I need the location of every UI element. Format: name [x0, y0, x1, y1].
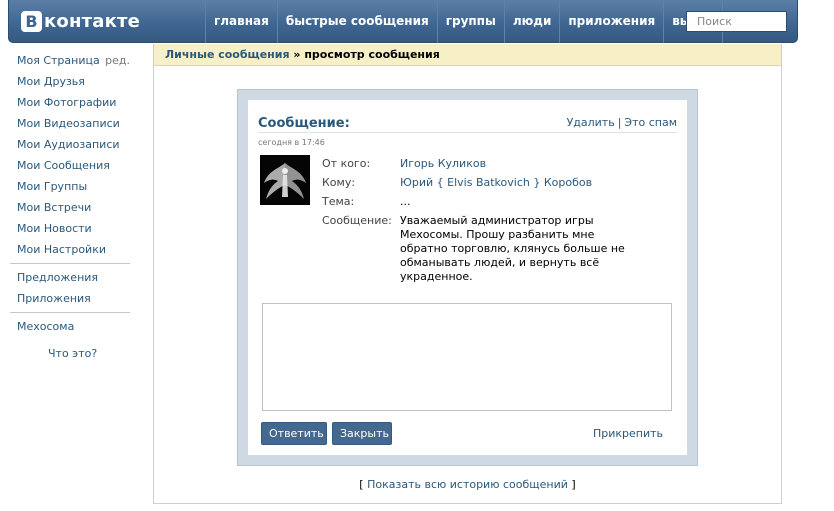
- history-bracket-close: ]: [567, 478, 576, 491]
- sidebar-item-mehosoma[interactable]: Мехосома: [10, 316, 130, 337]
- winged-figure-icon: [260, 155, 310, 205]
- vk-logo[interactable]: В контакте: [21, 9, 140, 33]
- sidebar-divider: [10, 263, 130, 264]
- nav-quick-messages[interactable]: быстрые сообщения: [276, 0, 437, 43]
- sidebar: Моя Страница ред. Мои Друзья Мои Фотогра…: [10, 50, 130, 364]
- sidebar-item-offers[interactable]: Предложения: [10, 267, 130, 288]
- logo-text: контакте: [44, 10, 141, 32]
- breadcrumb-current: просмотр сообщения: [304, 48, 440, 61]
- to-label: Кому:: [322, 176, 356, 189]
- history-row: [ Показать всю историю сообщений ]: [154, 478, 781, 491]
- reply-textarea[interactable]: [262, 303, 672, 411]
- logo-letter: В: [21, 10, 42, 32]
- body-label: Сообщение:: [322, 214, 392, 227]
- subject-label: Тема:: [322, 195, 355, 208]
- top-nav: главная быстрые сообщения группы люди пр…: [205, 0, 724, 43]
- sidebar-item-applications[interactable]: Приложения: [10, 288, 130, 309]
- nav-home[interactable]: главная: [205, 0, 277, 43]
- nav-people[interactable]: люди: [503, 0, 560, 43]
- close-button[interactable]: Закрыть: [332, 422, 392, 445]
- subject-value: ...: [400, 195, 411, 208]
- history-bracket-open: [: [359, 478, 368, 491]
- sidebar-divider: [10, 312, 130, 313]
- show-history-link[interactable]: Показать всю историю сообщений: [367, 478, 568, 491]
- what-is-this-link[interactable]: Что это?: [10, 343, 130, 364]
- sidebar-item-news[interactable]: Мои Новости: [10, 218, 130, 239]
- title-divider: [258, 132, 677, 133]
- sidebar-item-settings[interactable]: Мои Настройки: [10, 239, 130, 260]
- sidebar-item-groups[interactable]: Мои Группы: [10, 176, 130, 197]
- message-body: Уважаемый администратор игры Мехосомы. П…: [400, 214, 625, 283]
- to-value[interactable]: Юрий { Elvis Batkovich } Коробов: [400, 173, 592, 192]
- breadcrumb-separator: »: [289, 48, 305, 61]
- message-title: Сообщение:: [258, 116, 350, 131]
- breadcrumb-messages-link[interactable]: Личные сообщения: [165, 48, 290, 61]
- sidebar-item-friends[interactable]: Мои Друзья: [10, 71, 130, 92]
- reply-button[interactable]: Ответить: [261, 422, 327, 445]
- breadcrumb: Личные сообщения » просмотр сообщения: [154, 44, 781, 66]
- message-panel: Сообщение: Удалить | Это спам сегодня в 17…: [248, 100, 687, 455]
- top-header: В контакте главная быстрые сообщения гру…: [8, 0, 798, 43]
- sidebar-item-messages[interactable]: Мои Сообщения: [10, 155, 130, 176]
- main-content: Личные сообщения » просмотр сообщения Со…: [153, 44, 782, 504]
- sidebar-item-photos[interactable]: Мои Фотографии: [10, 92, 130, 113]
- sidebar-item-videos[interactable]: Мои Видеозаписи: [10, 113, 130, 134]
- sender-avatar[interactable]: [260, 155, 310, 205]
- nav-groups[interactable]: группы: [436, 0, 504, 43]
- sidebar-item-audio[interactable]: Мои Аудиозаписи: [10, 134, 130, 155]
- message-actions: Удалить | Это спам: [567, 116, 677, 129]
- message-time: сегодня в 17:46: [258, 138, 325, 147]
- search-input[interactable]: Поиск: [686, 11, 787, 32]
- message-fields: От кого: Игорь Куликов Кому: Юрий { Elvi…: [322, 154, 640, 284]
- from-value[interactable]: Игорь Куликов: [400, 154, 486, 173]
- action-separator: |: [617, 116, 622, 129]
- from-label: От кого:: [322, 157, 371, 170]
- sidebar-item-events[interactable]: Мои Встречи: [10, 197, 130, 218]
- message-frame: Сообщение: Удалить | Это спам сегодня в 17…: [237, 89, 698, 466]
- attach-link[interactable]: Прикрепить: [593, 427, 663, 440]
- spam-link[interactable]: Это спам: [624, 116, 677, 129]
- edit-link[interactable]: ред.: [105, 50, 130, 71]
- nav-apps[interactable]: приложения: [559, 0, 663, 43]
- delete-link[interactable]: Удалить: [567, 116, 615, 129]
